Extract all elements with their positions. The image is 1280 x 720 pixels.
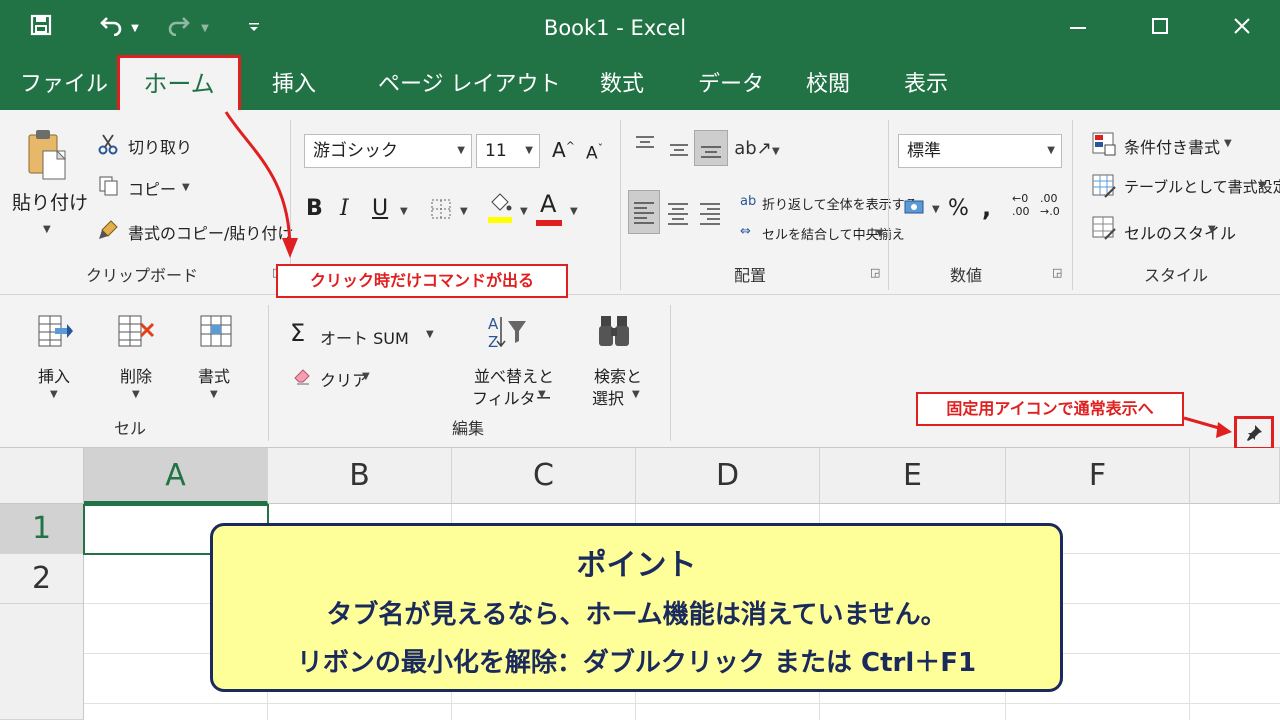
callout-pin-note: 固定用アイコンで通常表示へ — [916, 392, 1184, 426]
point-note-box: ポイント タブ名が見えるなら、ホーム機能は消えていません。 リボンの最小化を解除… — [210, 523, 1063, 692]
select-all-corner[interactable] — [0, 448, 84, 504]
point-line-1: タブ名が見えるなら、ホーム機能は消えていません。 — [326, 600, 947, 630]
pin-icon — [1247, 425, 1262, 441]
callout-click-only: クリック時だけコマンドが出る — [276, 264, 568, 298]
column-header-e[interactable]: E — [820, 448, 1006, 504]
column-header-d[interactable]: D — [636, 448, 820, 504]
column-header-next[interactable] — [1190, 448, 1280, 504]
column-header-f[interactable]: F — [1006, 448, 1190, 504]
column-header-a[interactable]: A — [84, 448, 268, 504]
row-header-1[interactable]: 1 — [0, 504, 84, 554]
gridline — [1189, 504, 1190, 720]
column-header-b[interactable]: B — [268, 448, 452, 504]
point-title: ポイント — [576, 548, 697, 583]
pin-ribbon-button[interactable] — [1234, 416, 1274, 450]
column-header-c[interactable]: C — [452, 448, 636, 504]
gridline — [84, 703, 1280, 704]
row-header-2[interactable]: 2 — [0, 554, 84, 604]
row-header-rest[interactable] — [0, 604, 84, 720]
point-line-2: リボンの最小化を解除：ダブルクリック または Ctrl＋F1 — [296, 648, 977, 678]
